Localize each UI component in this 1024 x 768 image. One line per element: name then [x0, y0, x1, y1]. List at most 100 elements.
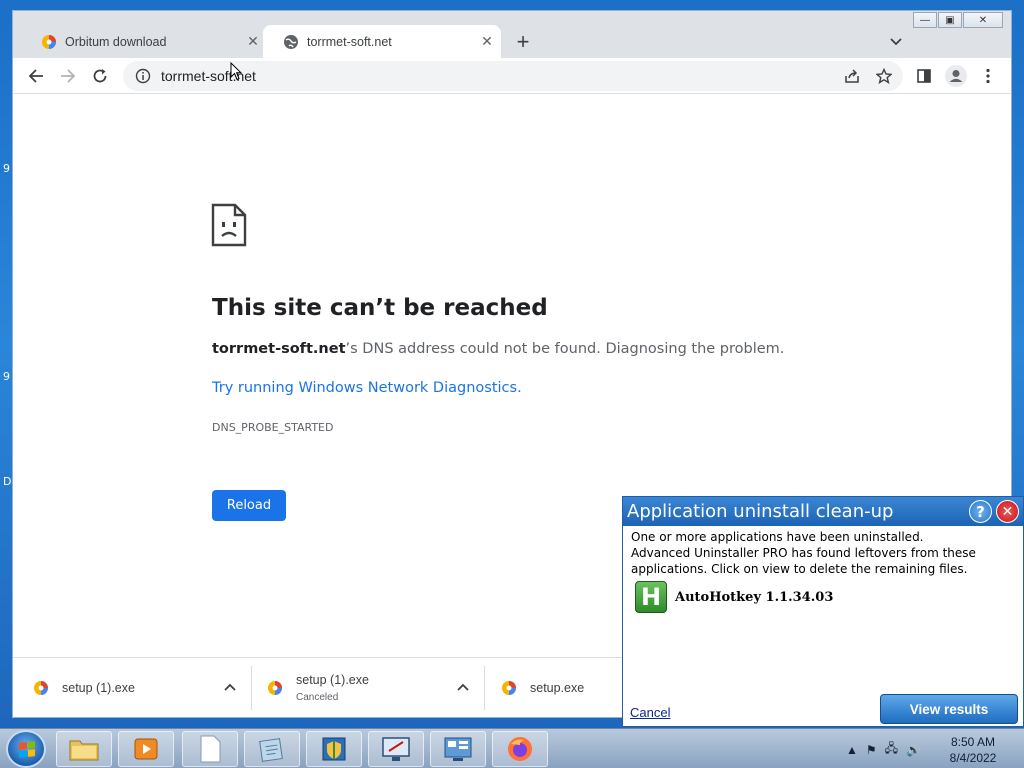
tray-network-icon[interactable]: 🖧	[885, 739, 898, 760]
chevron-up-icon	[457, 683, 469, 691]
autohotkey-icon: H	[635, 581, 667, 613]
window-close-button[interactable]: ✕	[963, 12, 1003, 28]
cancel-link[interactable]: Cancel	[630, 705, 670, 720]
arrow-left-icon	[28, 69, 43, 83]
mouse-cursor-icon	[230, 62, 242, 81]
refresh-icon	[93, 69, 107, 83]
star-icon	[876, 68, 892, 84]
media-player-icon	[134, 738, 158, 760]
orbitum-icon	[34, 681, 48, 695]
windows-logo-icon	[19, 741, 35, 758]
download-filename: setup (1).exe	[296, 673, 369, 687]
menu-button[interactable]	[975, 63, 1001, 89]
error-description: torrmet-soft.net’s DNS address could not…	[212, 341, 784, 357]
side-panel-button[interactable]	[911, 63, 937, 89]
taskbar-remote-desktop[interactable]	[368, 731, 424, 767]
download-options-button[interactable]	[454, 678, 472, 696]
download-item[interactable]: setup (1).exe Canceled	[267, 658, 484, 717]
orbitum-icon	[268, 681, 282, 695]
popup-close-button[interactable]: ✕	[996, 500, 1019, 523]
clock[interactable]: 8:50 AM 8/4/2022	[938, 734, 1008, 766]
taskbar-file-explorer[interactable]	[56, 731, 112, 767]
control-panel-icon	[444, 737, 472, 761]
shield-icon	[322, 737, 346, 761]
question-icon: ?	[976, 502, 985, 521]
firefox-icon	[508, 737, 532, 761]
maximize-button[interactable]: ▣	[938, 12, 962, 28]
reload-button[interactable]: Reload	[212, 490, 286, 521]
bookmark-button[interactable]	[871, 63, 897, 89]
divider	[484, 666, 485, 710]
desktop-edge-glyph: D	[3, 475, 12, 488]
share-button[interactable]	[839, 63, 865, 89]
tray-flag-icon[interactable]: ⚑	[866, 743, 877, 757]
desktop-edge-glyph: 9	[3, 370, 10, 383]
blank-document-icon	[200, 735, 221, 763]
download-filename: setup.exe	[530, 681, 585, 695]
desktop-edge-glyph: 9	[3, 162, 10, 175]
divider	[251, 666, 252, 710]
orbitum-icon	[502, 681, 516, 695]
side-panel-icon	[917, 69, 931, 83]
orbitum-icon	[42, 34, 56, 49]
error-title: This site can’t be reached	[212, 295, 548, 321]
back-button[interactable]	[23, 63, 49, 89]
taskbar-control-panel[interactable]	[430, 731, 486, 767]
popup-title: Application uninstall clean-up	[627, 501, 894, 522]
refresh-button[interactable]	[87, 63, 113, 89]
error-code: DNS_PROBE_STARTED	[212, 421, 334, 434]
taskbar-editor[interactable]	[244, 731, 300, 767]
info-icon[interactable]	[135, 68, 151, 84]
folder-icon	[69, 740, 99, 761]
tab-title: torrmet-soft.net	[307, 34, 392, 49]
download-status: Canceled	[296, 692, 339, 703]
globe-icon	[284, 34, 298, 49]
view-results-button[interactable]: View results	[880, 694, 1018, 724]
tab-orbitum-download[interactable]: Orbitum download ✕	[21, 25, 267, 58]
notepad-icon	[259, 738, 283, 762]
help-button[interactable]: ?	[969, 500, 992, 523]
close-icon[interactable]: ✕	[243, 32, 263, 52]
browser-toolbar: torrmet-soft.net	[13, 58, 1011, 94]
download-item[interactable]: setup (1).exe	[33, 658, 251, 717]
system-tray: ▲ ⚑ 🖧 🔊	[846, 739, 929, 760]
download-options-button[interactable]	[221, 678, 239, 696]
tray-expand-icon[interactable]: ▲	[846, 743, 858, 757]
taskbar-media-player[interactable]	[118, 731, 174, 767]
taskbar-security-center[interactable]	[306, 731, 362, 767]
new-tab-button[interactable]: +	[510, 29, 536, 55]
arrow-right-icon	[61, 69, 76, 83]
forward-button[interactable]	[55, 63, 81, 89]
download-item[interactable]: setup.exe	[501, 658, 631, 717]
leftover-app-item: H AutoHotkey 1.1.34.03	[635, 581, 833, 613]
taskbar: ▲ ⚑ 🖧 🔊 8:50 AM 8/4/2022	[0, 728, 1024, 768]
clock-time: 8:50 AM	[950, 735, 996, 749]
sad-document-icon	[211, 203, 247, 247]
start-button[interactable]	[6, 730, 46, 768]
tray-volume-icon[interactable]: 🔊	[906, 743, 921, 757]
minimize-button[interactable]: —	[913, 12, 937, 28]
taskbar-notepad[interactable]	[182, 731, 238, 767]
kebab-menu-icon	[986, 68, 990, 84]
monitor-icon	[382, 737, 410, 761]
taskbar-firefox[interactable]	[492, 731, 548, 767]
tab-search-button[interactable]	[885, 31, 907, 53]
share-icon	[845, 69, 859, 83]
profile-button[interactable]	[943, 63, 969, 89]
close-icon[interactable]: ✕	[477, 32, 497, 52]
error-description-text: ’s DNS address could not be found. Diagn…	[345, 341, 785, 357]
close-icon: ✕	[1001, 503, 1014, 520]
chevron-down-icon	[890, 38, 902, 46]
tab-torrmet-soft[interactable]: torrmet-soft.net ✕	[263, 25, 501, 58]
clock-date: 8/4/2022	[949, 751, 997, 765]
tab-title: Orbitum download	[65, 34, 167, 49]
chevron-up-icon	[224, 683, 236, 691]
tab-strip: Orbitum download ✕ torrmet-soft.net ✕ + …	[13, 11, 1011, 58]
popup-header: Application uninstall clean-up ? ✕	[623, 497, 1023, 526]
app-name: AutoHotkey 1.1.34.03	[675, 589, 834, 605]
avatar-icon	[945, 65, 967, 87]
popup-message: One or more applications have been unins…	[631, 530, 976, 576]
error-domain: torrmet-soft.net	[212, 341, 346, 357]
download-filename: setup (1).exe	[62, 681, 135, 695]
network-diagnostics-link[interactable]: Try running Windows Network Diagnostics.	[212, 380, 522, 396]
